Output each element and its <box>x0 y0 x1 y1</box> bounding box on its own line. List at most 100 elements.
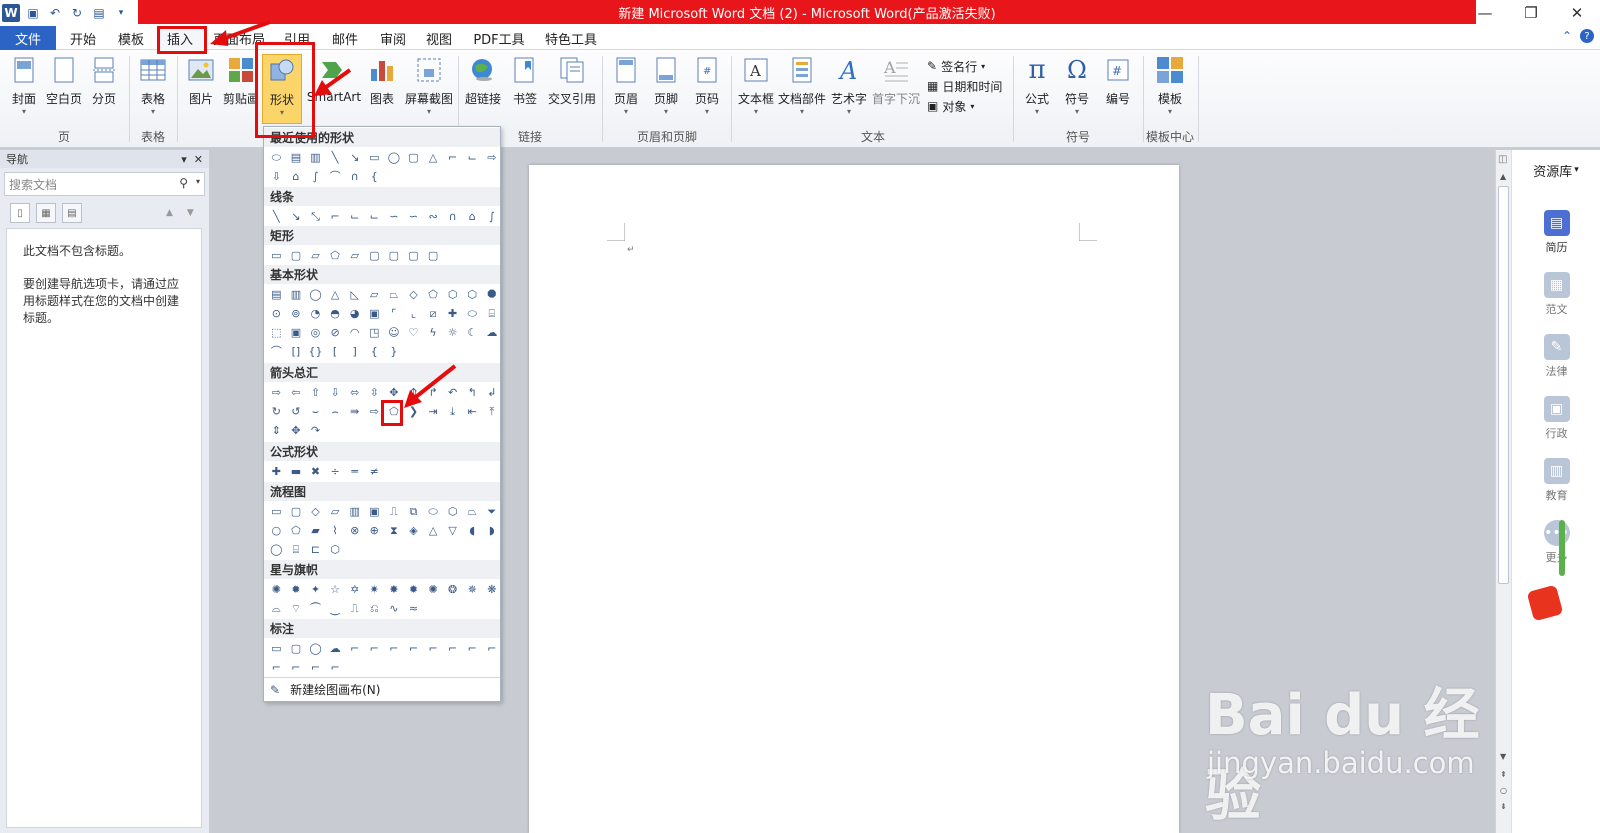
flow-merge-icon[interactable]: ▽ <box>444 522 461 538</box>
res-item-resume[interactable]: ▤ 简历 <box>1512 210 1600 255</box>
basic-cross-icon[interactable]: ✚ <box>444 305 461 321</box>
text-box-button[interactable]: A 文本框 ▾ <box>735 54 777 118</box>
flow-document-icon[interactable]: ⎍ <box>386 503 403 519</box>
flow-extract-icon[interactable]: △ <box>425 522 442 538</box>
side-slider[interactable] <box>1559 520 1565 576</box>
curved-arrow-connector-icon[interactable]: ∽ <box>405 208 422 224</box>
tab-special-tools[interactable]: 特色工具 <box>538 26 604 50</box>
flow-delay-icon[interactable]: ◗ <box>484 522 501 538</box>
freeform-icon[interactable]: ⌂ <box>464 208 481 224</box>
star-7-icon[interactable]: ✷ <box>366 581 383 597</box>
number-button[interactable]: # 编号 <box>1098 54 1138 118</box>
basic-cube-icon[interactable]: ⬚ <box>268 324 285 340</box>
basic-heptagon-icon[interactable]: ⬡ <box>464 286 481 302</box>
star-24-icon[interactable]: ✵ <box>464 581 481 597</box>
shape-rectangle-icon[interactable]: ▭ <box>366 149 383 165</box>
arrow-lr-callout-icon[interactable]: ⇕ <box>268 422 285 438</box>
basic-block-arc-icon[interactable]: ◠ <box>346 324 363 340</box>
basic-l-shape-icon[interactable]: ⌞ <box>405 305 422 321</box>
arrow-bent-up-icon[interactable]: ↲ <box>484 384 501 400</box>
basic-octagon-icon[interactable]: ⯃ <box>484 286 501 302</box>
res-item-sample[interactable]: ▦ 范文 <box>1512 272 1600 317</box>
nav-search-input[interactable]: 搜索文档 <box>9 176 57 193</box>
restore-button[interactable]: ❐ <box>1508 0 1554 26</box>
basic-no-symbol-icon[interactable]: ⊘ <box>327 324 344 340</box>
redo-icon[interactable]: ↻ <box>68 4 86 22</box>
date-time-button[interactable]: ▦ 日期和时间 <box>927 76 1002 96</box>
basic-lightning-icon[interactable]: ϟ <box>425 324 442 340</box>
minimize-button[interactable]: — <box>1462 0 1508 26</box>
tab-review[interactable]: 审阅 <box>370 26 416 50</box>
flow-punched-tape-icon[interactable]: ⌇ <box>327 522 344 538</box>
arrow-up-callout-icon[interactable]: ⤒ <box>484 403 501 419</box>
banner-down-ribbon-icon[interactable]: ⌔ <box>288 600 305 616</box>
curve-icon[interactable]: ∩ <box>444 208 461 224</box>
line-icon[interactable]: ╲ <box>268 208 285 224</box>
snip-diagonal-icon[interactable]: ▱ <box>346 247 363 263</box>
callout-accent-border1-icon[interactable]: ⌐ <box>288 659 305 675</box>
object-button[interactable]: ▣ 对象 ▾ <box>927 96 974 116</box>
star-10-icon[interactable]: ✹ <box>405 581 422 597</box>
quick-parts-button[interactable]: 文档部件 ▾ <box>778 54 826 118</box>
basic-plaque-icon[interactable]: ⬭ <box>464 305 481 321</box>
save-icon[interactable]: ▣ <box>24 4 42 22</box>
elbow-arrow-connector-icon[interactable]: ⌙ <box>346 208 363 224</box>
browse-object-icon[interactable]: ○ <box>1500 786 1507 795</box>
footer-button[interactable]: 页脚 ▾ <box>646 54 686 118</box>
flow-sequential-icon[interactable]: ◯ <box>268 541 285 557</box>
arrow-icon[interactable]: ↘ <box>288 208 305 224</box>
snip-same-side-icon[interactable]: ⬠ <box>327 247 344 263</box>
round-single-icon[interactable]: ▢ <box>386 247 403 263</box>
shape-vertical-text-icon[interactable]: ▥ <box>307 149 324 165</box>
elbow-double-arrow-icon[interactable]: ⌙ <box>366 208 383 224</box>
tab-template[interactable]: 模板 <box>108 26 154 50</box>
basic-pie-icon[interactable]: ◔ <box>307 305 324 321</box>
basic-sun-icon[interactable]: ☼ <box>444 324 461 340</box>
flow-predefined-icon[interactable]: ▥ <box>346 503 363 519</box>
basic-cloud-icon[interactable]: ☁ <box>484 324 501 340</box>
banner-wave-icon[interactable]: ∿ <box>386 600 403 616</box>
rect-icon[interactable]: ▭ <box>268 247 285 263</box>
shape-scribble-icon[interactable]: ∫ <box>307 168 324 184</box>
new-doc-icon[interactable]: ▤ <box>90 4 108 22</box>
eq-equal-icon[interactable]: ═ <box>346 463 363 479</box>
callout-line1-icon[interactable]: ⌐ <box>346 640 363 656</box>
banner-curved-up-icon[interactable]: ⏜ <box>307 600 324 616</box>
symbol-button[interactable]: Ω 符号 ▾ <box>1057 54 1097 118</box>
header-button[interactable]: 页眉 ▾ <box>606 54 646 118</box>
cover-page-button[interactable]: 封面 ▾ <box>4 54 44 118</box>
flow-terminator-icon[interactable]: ⬭ <box>425 503 442 519</box>
scribble-icon[interactable]: ∫ <box>484 208 501 224</box>
shape-freeform-icon[interactable]: ⌂ <box>288 168 305 184</box>
flow-multidocument-icon[interactable]: ⧉ <box>405 503 422 519</box>
basic-folded-corner-icon[interactable]: ◳ <box>366 324 383 340</box>
arrow-circular-icon[interactable]: ↷ <box>307 422 324 438</box>
arrow-left-right-up-icon[interactable]: ⤊ <box>405 384 422 400</box>
arrow-left-callout-icon[interactable]: ⇤ <box>464 403 481 419</box>
basic-decagon-icon[interactable]: ⊙ <box>268 305 285 321</box>
flow-or-icon[interactable]: ⊕ <box>366 522 383 538</box>
shape-line-icon[interactable]: ╲ <box>327 149 344 165</box>
eq-multiply-icon[interactable]: ✖ <box>307 463 324 479</box>
shape-brace-icon[interactable]: { <box>366 168 383 184</box>
callout-line2-icon[interactable]: ⌐ <box>366 640 383 656</box>
flow-card-icon[interactable]: ▰ <box>307 522 324 538</box>
basic-right-bracket-icon[interactable]: ] <box>346 343 363 359</box>
scroll-thumb[interactable] <box>1498 186 1509 584</box>
scroll-up-icon[interactable]: ▲ <box>1500 172 1506 181</box>
callout-oval-icon[interactable]: ◯ <box>307 640 324 656</box>
flow-decision-icon[interactable]: ◇ <box>307 503 324 519</box>
basic-half-frame-icon[interactable]: ⌜ <box>386 305 403 321</box>
callout-accent-border3-icon[interactable]: ⌐ <box>327 659 344 675</box>
arrow-down-icon[interactable]: ⇩ <box>327 384 344 400</box>
callout-rect-icon[interactable]: ▭ <box>268 640 285 656</box>
star-explosion2-icon[interactable]: ✹ <box>288 581 305 597</box>
basic-parallelogram-icon[interactable]: ▱ <box>366 286 383 302</box>
arrow-curved-up-icon[interactable]: ⌣ <box>307 403 324 419</box>
res-item-law[interactable]: ✎ 法律 <box>1512 334 1600 379</box>
document-page[interactable]: ↵ <box>529 165 1179 833</box>
nav-close-icon[interactable]: ✕ <box>194 153 203 166</box>
shape-oval-icon[interactable]: ◯ <box>386 149 403 165</box>
basic-triangle-icon[interactable]: △ <box>327 286 344 302</box>
page-number-button[interactable]: # 页码 ▾ <box>687 54 727 118</box>
